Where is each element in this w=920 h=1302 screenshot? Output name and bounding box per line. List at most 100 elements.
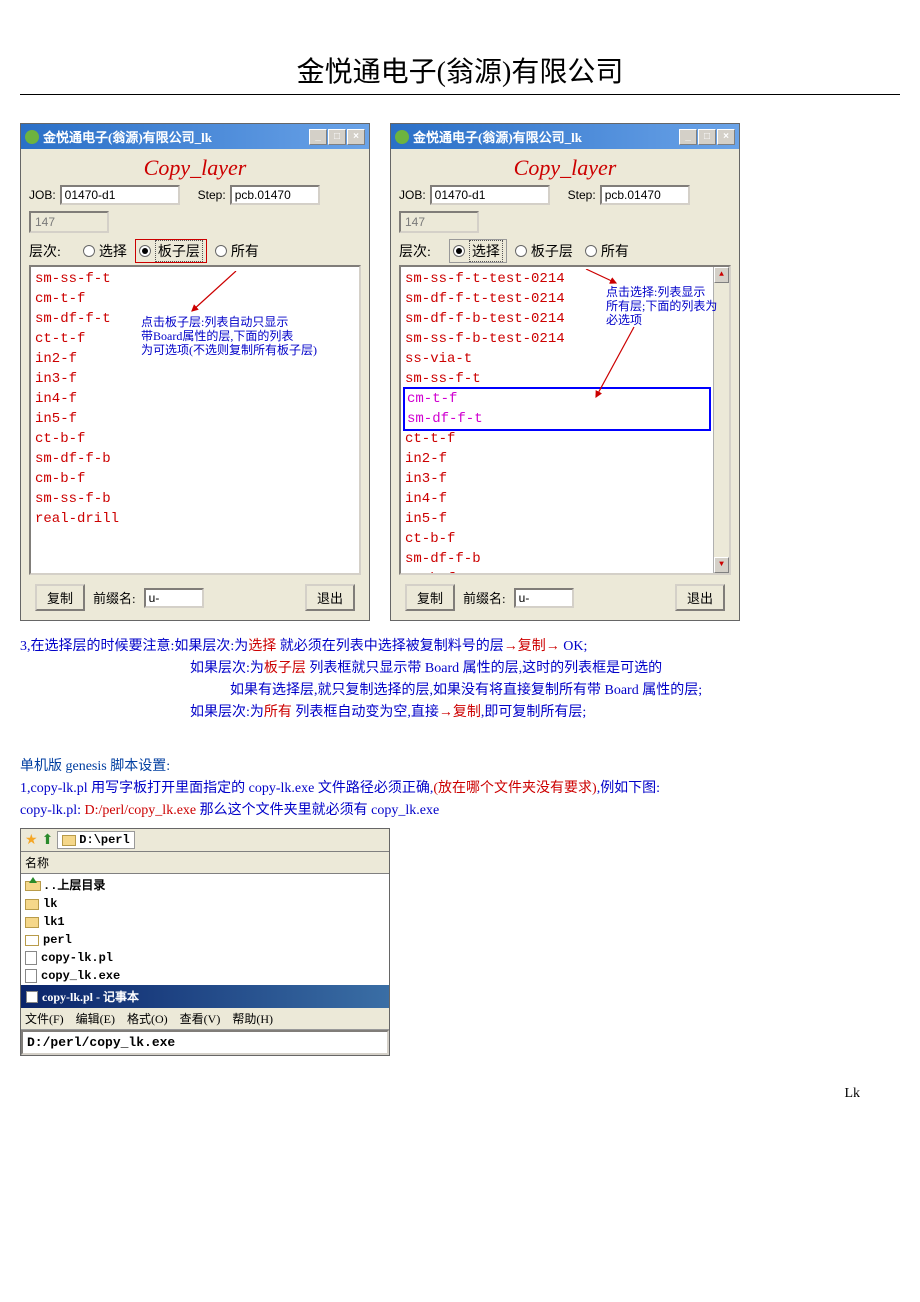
file-row[interactable]: lk [21,895,389,913]
list-item-selected[interactable]: cm-t-f [405,389,709,409]
close-button[interactable]: × [717,129,735,145]
list-item-selected[interactable]: sm-df-f-t [405,409,709,429]
menu-file[interactable]: 文件(F) [25,1010,64,1027]
list-item[interactable]: sm-df-f-b [33,449,357,469]
step-label: Step: [568,188,596,202]
up-folder-icon[interactable]: ⬆ [42,832,54,849]
window-right: 金悦通电子(翁源)有限公司_lk _ □ × Copy_layer JOB: S… [390,123,740,621]
favorites-icon[interactable]: ★ [25,832,38,849]
prefix-label: 前缀名: [93,588,136,607]
radio-all[interactable]: 所有 [211,240,263,262]
step-label: Step: [198,188,226,202]
job-label: JOB: [399,188,426,202]
list-item[interactable]: sm-ss-f-t [403,369,711,389]
folder-icon [62,835,76,846]
listbox-right[interactable]: sm-ss-f-t-test-0214 sm-df-f-t-test-0214 … [399,265,731,575]
file-row[interactable]: lk1 [21,913,389,931]
section-heading: 单机版 genesis 脚本设置: [20,756,900,778]
list-item[interactable]: ct-b-f [403,529,711,549]
annotation-left: 点击板子层:列表自动只显示 带Board属性的层,下面的列表 为可选项(不选则复… [141,315,317,357]
list-item[interactable]: in2-f [403,449,711,469]
menu-help[interactable]: 帮助(H) [232,1010,273,1027]
num-display: 147 [399,211,479,233]
radio-board[interactable]: 板子层 [511,240,577,262]
radio-row-right: 层次: 选择 板子层 所有 [399,239,731,263]
file-icon [25,969,37,983]
list-item[interactable]: in3-f [403,469,711,489]
app-icon [395,130,409,144]
scroll-up-button[interactable]: ▲ [714,267,729,283]
file-row[interactable]: copy-lk.pl [21,949,389,967]
radio-select[interactable]: 选择 [79,240,131,262]
list-item[interactable]: cm-t-f [33,289,357,309]
file-icon [25,951,37,965]
file-row[interactable]: perl [21,931,389,949]
list-item[interactable]: in5-f [403,509,711,529]
footer-signature: Lk [20,1086,900,1102]
radio-select[interactable]: 选择 [449,239,507,263]
num-display: 147 [29,211,109,233]
window-controls: _ □ × [679,129,735,145]
list-item[interactable]: in4-f [403,489,711,509]
path-display[interactable]: D:\perl [57,831,134,849]
minimize-button[interactable]: _ [309,129,327,145]
job-input[interactable] [60,185,180,205]
column-header: 名称 [21,852,389,874]
notepad-titlebar: copy-lk.pl - 记事本 [21,985,389,1008]
job-input[interactable] [430,185,550,205]
list-item[interactable]: ct-t-f [403,429,711,449]
copy-layer-heading: Copy_layer [399,155,731,181]
window-title-text: 金悦通电子(翁源)有限公司_lk [413,127,582,146]
list-item[interactable]: in5-f [33,409,357,429]
menu-format[interactable]: 格式(O) [127,1010,168,1027]
list-item[interactable]: sm-ss-f-t [33,269,357,289]
notepad-text[interactable]: D:/perl/copy_lk.exe [21,1030,389,1055]
listbox-left[interactable]: sm-ss-f-t cm-t-f sm-df-f-t ct-t-f in2-f … [29,265,361,575]
folder-icon [25,899,39,910]
list-item[interactable]: real-drill [33,509,357,529]
exit-button[interactable]: 退出 [675,584,725,611]
maximize-button[interactable]: □ [328,129,346,145]
list-item[interactable]: sm-df-f-b [403,549,711,569]
exit-button[interactable]: 退出 [305,584,355,611]
maximize-button[interactable]: □ [698,129,716,145]
minimize-button[interactable]: _ [679,129,697,145]
list-item[interactable]: sm-ss-f-b [33,489,357,509]
list-item[interactable]: in4-f [33,389,357,409]
app-icon [25,130,39,144]
notepad-icon [26,991,38,1003]
file-list: ..上层目录 lk lk1 perl copy-lk.pl copy_lk.ex… [21,874,389,985]
list-item[interactable]: in3-f [33,369,357,389]
copy-layer-heading: Copy_layer [29,155,361,181]
selection-box: cm-t-f sm-df-f-t [403,387,711,431]
radio-row-left: 层次: 选择 板子层 所有 [29,239,361,263]
step-input[interactable] [600,185,690,205]
list-item[interactable]: sm-ss-f-b-test-0214 [403,329,711,349]
copy-button[interactable]: 复制 [405,584,455,611]
window-controls: _ □ × [309,129,365,145]
radio-board[interactable]: 板子层 [135,239,207,263]
list-item[interactable]: ss-via-t [403,349,711,369]
prefix-input[interactable] [144,588,204,608]
file-row[interactable]: copy_lk.exe [21,967,389,985]
windows-container: 金悦通电子(翁源)有限公司_lk _ □ × Copy_layer JOB: S… [20,123,900,621]
close-button[interactable]: × [347,129,365,145]
copy-button[interactable]: 复制 [35,584,85,611]
menu-edit[interactable]: 编辑(E) [76,1010,115,1027]
list-item[interactable]: cm-b-f [403,569,711,575]
step-input[interactable] [230,185,320,205]
titlebar-right: 金悦通电子(翁源)有限公司_lk _ □ × [391,124,739,149]
notepad-menu: 文件(F) 编辑(E) 格式(O) 查看(V) 帮助(H) [21,1008,389,1030]
menu-view[interactable]: 查看(V) [180,1010,221,1027]
folder-icon [25,917,39,928]
folder-icon [25,935,39,946]
list-item[interactable]: cm-b-f [33,469,357,489]
scroll-down-button[interactable]: ▼ [714,557,729,573]
radio-all[interactable]: 所有 [581,240,633,262]
section-standalone: 单机版 genesis 脚本设置: 1,copy-lk.pl 用写字板打开里面指… [20,756,900,822]
prefix-input[interactable] [514,588,574,608]
list-item[interactable]: ct-b-f [33,429,357,449]
row-parent[interactable]: ..上层目录 [21,874,389,895]
explorer-toolbar: ★ ⬆ D:\perl [21,829,389,852]
prefix-label: 前缀名: [463,588,506,607]
